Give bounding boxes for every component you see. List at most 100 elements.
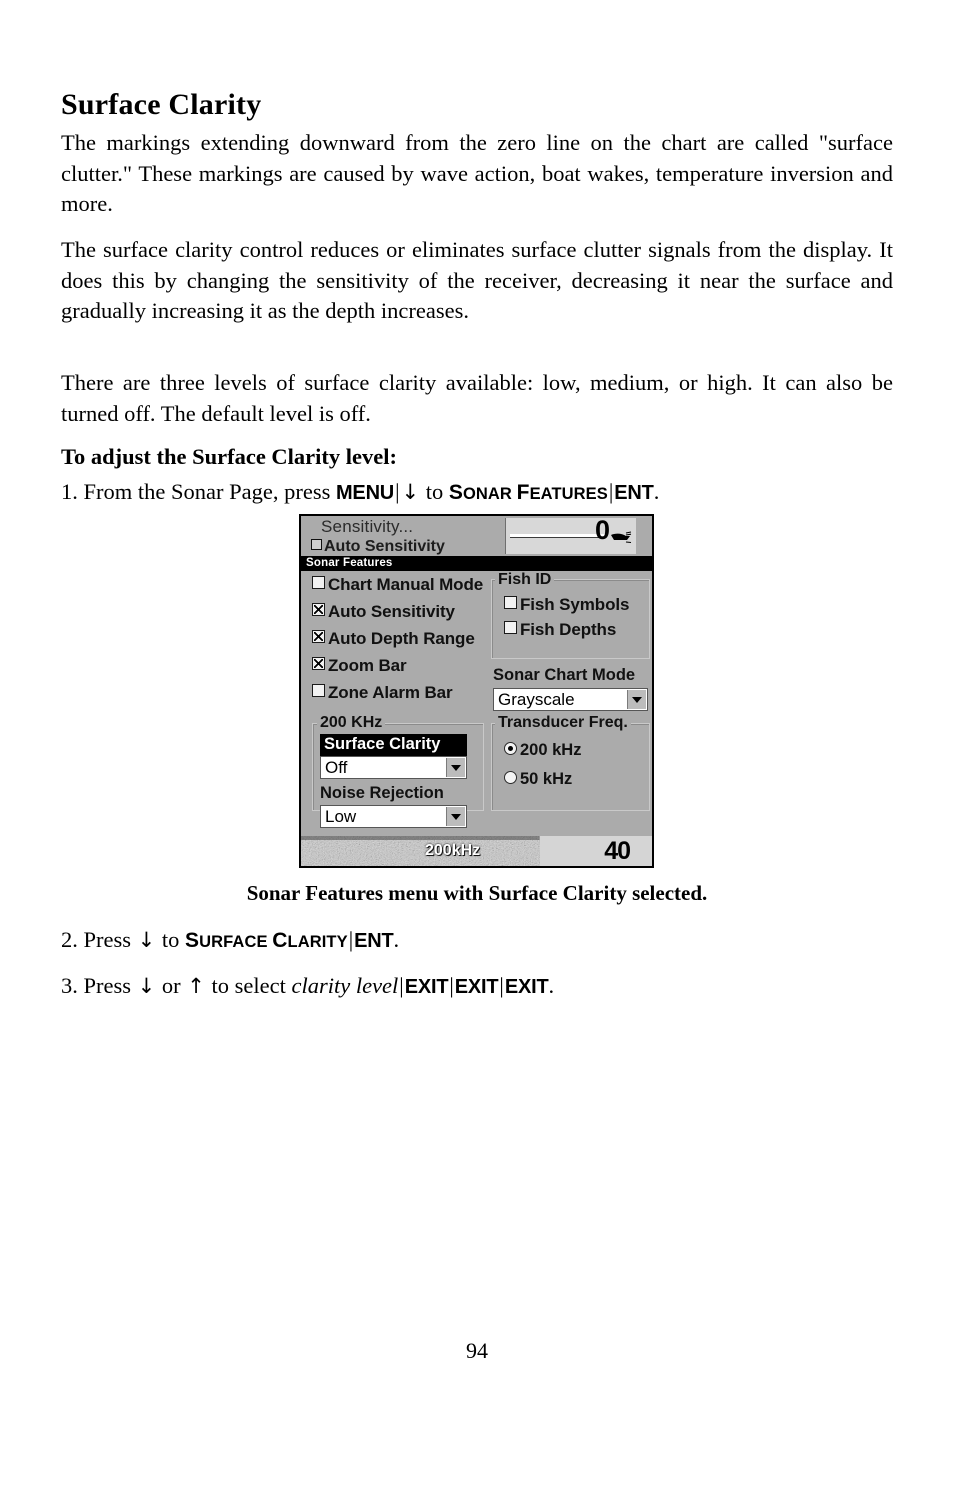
- transducer-freq-groupbox: [491, 723, 650, 811]
- paragraph-1: The markings extending downward from the…: [61, 130, 893, 216]
- key-exit-1: EXIT: [404, 976, 449, 998]
- chevron-down-icon[interactable]: [446, 758, 465, 777]
- noise-rejection-label: Noise Rejection: [320, 784, 444, 802]
- option-zone-alarm-bar[interactable]: Zone Alarm Bar: [312, 683, 453, 703]
- sonar-chart-mode-value: Grayscale: [498, 690, 575, 709]
- device-screenshot-sonar-features: Sensitivity... Auto Sensitivity 0 Sonar …: [299, 514, 654, 868]
- option-auto-sensitivity[interactable]: Auto Sensitivity: [312, 602, 455, 622]
- radio-50khz[interactable]: 50 kHz: [504, 770, 572, 789]
- chevron-down-icon[interactable]: [446, 807, 465, 826]
- sonar-depth-readout: 40: [604, 837, 631, 865]
- option-label: Zoom Bar: [328, 656, 407, 675]
- radio-200khz[interactable]: 200 kHz: [504, 741, 581, 760]
- key-features-cap: F: [516, 481, 530, 504]
- checkbox-icon[interactable]: [312, 684, 325, 697]
- checkbox-icon[interactable]: [504, 596, 517, 609]
- sonar-frequency-readout: 200kHz: [425, 842, 481, 859]
- step-1-period: .: [653, 479, 660, 504]
- device-titlebar: Sonar Features: [301, 556, 652, 571]
- step-2-period: .: [393, 927, 400, 952]
- key-clarity-cap: C: [272, 929, 288, 952]
- step-3: 3. Press ↓ or ↑ to select clarity level|…: [61, 971, 554, 1002]
- key-features-rest: EATURES: [529, 485, 608, 503]
- surface-line: [510, 534, 606, 537]
- noise-rejection-dropdown[interactable]: Low: [320, 805, 467, 828]
- surface-clarity-value: Off: [325, 758, 348, 777]
- key-sonar-features: SONAR FEATURES: [449, 481, 608, 504]
- surface-clarity-label[interactable]: Surface Clarity: [320, 734, 467, 756]
- key-menu: MENU: [335, 482, 395, 504]
- step-1-number: 1.: [61, 479, 78, 504]
- option-chart-manual-mode[interactable]: Chart Manual Mode: [312, 575, 483, 595]
- chevron-down-icon[interactable]: [627, 690, 646, 709]
- step-3-or: or: [161, 973, 181, 998]
- step-1: 1. From the Sonar Page, press MENU|↓ to …: [61, 477, 659, 509]
- option-zoom-bar[interactable]: Zoom Bar: [312, 656, 407, 676]
- key-clarity-rest: LARITY: [287, 933, 348, 951]
- key-exit-2: EXIT: [454, 976, 499, 998]
- paragraph-2: The surface clarity control reduces or e…: [61, 237, 893, 323]
- radio-label: 200 kHz: [520, 741, 582, 759]
- option-label: Fish Depths: [520, 620, 617, 639]
- previous-menu-title: Sensitivity...: [321, 517, 414, 536]
- device-menu-body: Chart Manual Mode Auto Sensitivity Auto …: [301, 571, 652, 828]
- sonar-chart-mode-label: Sonar Chart Mode: [493, 666, 636, 684]
- step-1-connector: to: [425, 479, 444, 504]
- arrow-down-icon: ↓: [137, 928, 156, 952]
- option-label: Chart Manual Mode: [328, 575, 484, 594]
- step-2: 2. Press ↓ to SURFACE CLARITY|ENT.: [61, 925, 399, 957]
- fish-id-groupbox: [491, 579, 650, 659]
- checkbox-checked-icon[interactable]: [312, 657, 325, 670]
- sonar-chart-mode-dropdown[interactable]: Grayscale: [493, 688, 648, 711]
- checkbox-checked-icon[interactable]: [312, 630, 325, 643]
- fish-id-group-label: Fish ID: [495, 571, 555, 589]
- checkbox-icon[interactable]: [312, 576, 325, 589]
- option-auto-depth-range[interactable]: Auto Depth Range: [312, 629, 475, 649]
- option-label: Auto Depth Range: [328, 629, 475, 648]
- checkbox-icon: [311, 539, 322, 550]
- figure-caption: Sonar Features menu with Surface Clarity…: [246, 881, 708, 905]
- noise-rejection-value: Low: [325, 807, 357, 826]
- depth-zero-value: 0: [594, 518, 610, 545]
- key-sonar-rest: ONAR: [462, 485, 512, 503]
- option-label: Auto Sensitivity: [328, 602, 455, 621]
- radio-selected-icon[interactable]: [504, 742, 517, 755]
- arrow-down-icon: ↓: [137, 974, 156, 998]
- key-exit-3: EXIT: [504, 976, 549, 998]
- step-3-period: .: [548, 973, 555, 998]
- option-label: Fish Symbols: [520, 595, 630, 614]
- option-fish-depths[interactable]: Fish Depths: [504, 620, 616, 640]
- page-number: 94: [466, 1338, 488, 1363]
- key-ent: ENT: [614, 482, 654, 504]
- step-3-connector: to select: [211, 973, 286, 998]
- page-title: Surface Clarity: [61, 88, 262, 121]
- radio-label: 50 kHz: [520, 770, 573, 788]
- step-2-connector: to: [161, 927, 180, 952]
- previous-menu-row-auto-sensitivity: Auto Sensitivity: [311, 538, 445, 555]
- khz-group-label: 200 KHz: [317, 714, 386, 732]
- key-sonar-cap: S: [448, 481, 463, 504]
- checkbox-icon[interactable]: [504, 621, 517, 634]
- key-surface-cap: S: [185, 929, 200, 952]
- arrow-up-icon: ↑: [187, 974, 205, 998]
- step-3-lead: Press: [83, 973, 132, 998]
- surface-clarity-dropdown[interactable]: Off: [320, 756, 467, 779]
- step-2-lead: Press: [83, 927, 132, 952]
- key-surface-clarity: SURFACE CLARITY: [185, 929, 348, 952]
- option-fish-symbols[interactable]: Fish Symbols: [504, 595, 629, 615]
- option-label: Zone Alarm Bar: [328, 683, 453, 702]
- clarity-level-placeholder: clarity level: [291, 973, 399, 998]
- depth-zero-panel: 0: [505, 518, 636, 554]
- step-3-number: 3.: [61, 973, 78, 998]
- step-2-number: 2.: [61, 927, 78, 952]
- arrow-down-icon: ↓: [401, 480, 420, 504]
- device-previous-menu-strip: Sensitivity... Auto Sensitivity 0: [301, 516, 652, 556]
- previous-menu-row-label: Auto Sensitivity: [324, 538, 445, 555]
- key-ent: ENT: [354, 930, 394, 952]
- radio-icon[interactable]: [504, 771, 517, 784]
- page-content: Surface Clarity The markings extending d…: [61, 0, 893, 1487]
- sonar-clutter-noise: [301, 836, 540, 866]
- step-1-lead: From the Sonar Page, press: [83, 479, 331, 504]
- sonar-chart-status-strip: 200kHz 40: [301, 836, 652, 866]
- checkbox-checked-icon[interactable]: [312, 603, 325, 616]
